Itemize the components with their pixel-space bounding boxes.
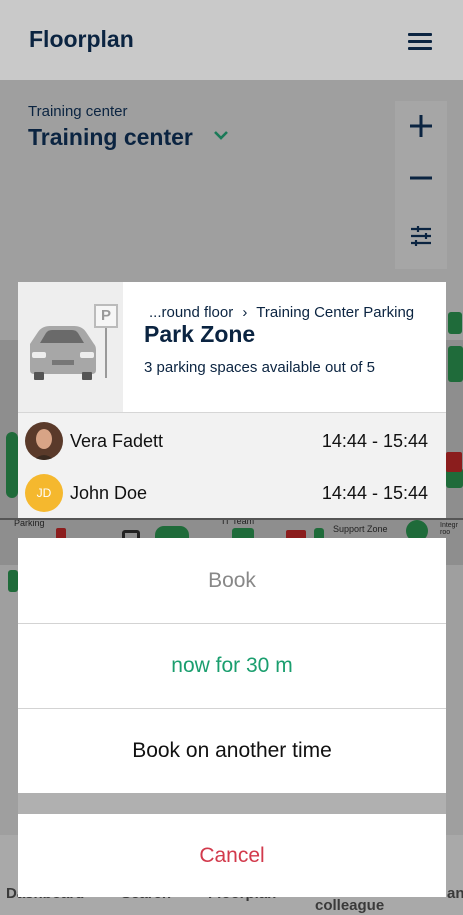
nav-colleague[interactable]: colleague [315, 897, 384, 914]
book-another-time-button[interactable]: Book on another time [18, 708, 446, 793]
location-subtitle: Training center [28, 103, 128, 120]
zone-image: P [18, 282, 123, 412]
zone-info-card: P ...round floor › Training Center Parki… [18, 282, 446, 412]
map-label-integr: Integr roo [440, 522, 458, 536]
action-sheet: Book now for 30 m Book on another time [18, 538, 446, 794]
filter-icon[interactable] [395, 211, 447, 263]
avatar: JD [25, 474, 63, 512]
zoom-controls [395, 101, 447, 269]
list-item[interactable]: Vera Fadett 14:44 - 15:44 [18, 415, 446, 467]
breadcrumb-area[interactable]: Training Center Parking [256, 304, 414, 321]
reservation-time: 14:44 - 15:44 [321, 431, 428, 451]
cancel-button[interactable]: Cancel [18, 814, 446, 897]
list-item[interactable]: JD John Doe 14:44 - 15:44 [18, 467, 446, 519]
availability-text: 3 parking spaces available out of 5 [144, 359, 375, 376]
nav-plan[interactable]: an [447, 885, 463, 902]
reservation-list: Vera Fadett 14:44 - 15:44 JD John Doe 14… [18, 412, 446, 518]
breadcrumb-separator: › [242, 304, 248, 321]
reservation-name: John Doe [70, 483, 148, 503]
plus-icon[interactable] [395, 101, 447, 153]
minus-icon[interactable] [395, 153, 447, 205]
breadcrumb-floor[interactable]: ...round floor [149, 304, 233, 321]
car-icon [30, 326, 96, 380]
location-selector[interactable]: Training center [28, 124, 193, 151]
sheet-gap [18, 793, 446, 814]
app-header: Floorplan [0, 0, 463, 80]
reservation-time: 14:44 - 15:44 [321, 483, 428, 503]
map-label-support-zone: Support Zone [333, 524, 388, 534]
page-title: Floorplan [29, 26, 134, 52]
avatar [25, 422, 63, 460]
menu-icon[interactable] [406, 31, 434, 51]
zone-title: Park Zone [144, 321, 256, 347]
sheet-title: Book [208, 569, 256, 592]
book-now-button[interactable]: now for 30 m [18, 623, 446, 708]
chevron-down-icon[interactable] [212, 128, 230, 142]
breadcrumb: ...round floor › Training Center Parking [149, 304, 414, 321]
reservation-name: Vera Fadett [70, 431, 164, 451]
parking-sign-icon: P [94, 304, 118, 328]
